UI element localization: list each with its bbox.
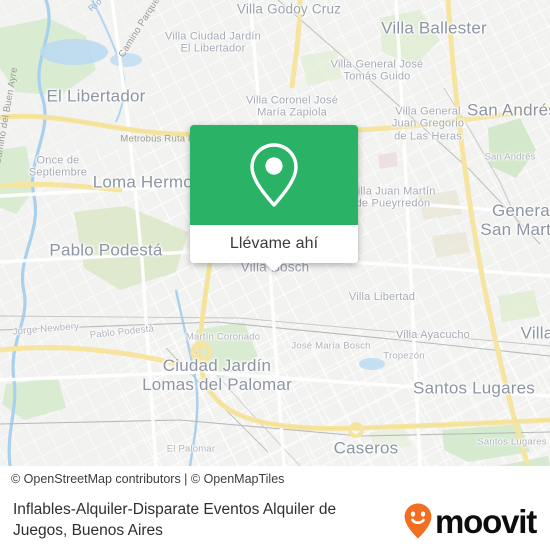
- destination-callout-card[interactable]: Llévame ahí: [190, 125, 358, 272]
- callout-image-area: [190, 125, 358, 225]
- moovit-pin-smiley-icon: [404, 503, 432, 539]
- map-viewport[interactable]: Villa Godoy Cruz Villa Ballester Villa Ciu…: [0, 0, 550, 466]
- map-page: Villa Godoy Cruz Villa Ballester Villa Ciu…: [0, 0, 550, 550]
- location-pin-icon: [250, 143, 298, 207]
- page-title: Inflables-Alquiler-Disparate Eventos Alq…: [13, 501, 337, 539]
- footer-brand-bar: Inflables-Alquiler-Disparate Eventos Alq…: [0, 492, 550, 550]
- moovit-wordmark: moovit: [435, 502, 537, 540]
- take-me-there-label: Llévame ahí: [229, 235, 319, 252]
- callout-action-area[interactable]: Llévame ahí: [190, 225, 358, 272]
- map-attribution-bar: © OpenStreetMap contributors | © OpenMap…: [0, 466, 550, 492]
- attribution-text[interactable]: © OpenStreetMap contributors | © OpenMap…: [11, 472, 284, 486]
- moovit-logo[interactable]: moovit: [403, 502, 537, 540]
